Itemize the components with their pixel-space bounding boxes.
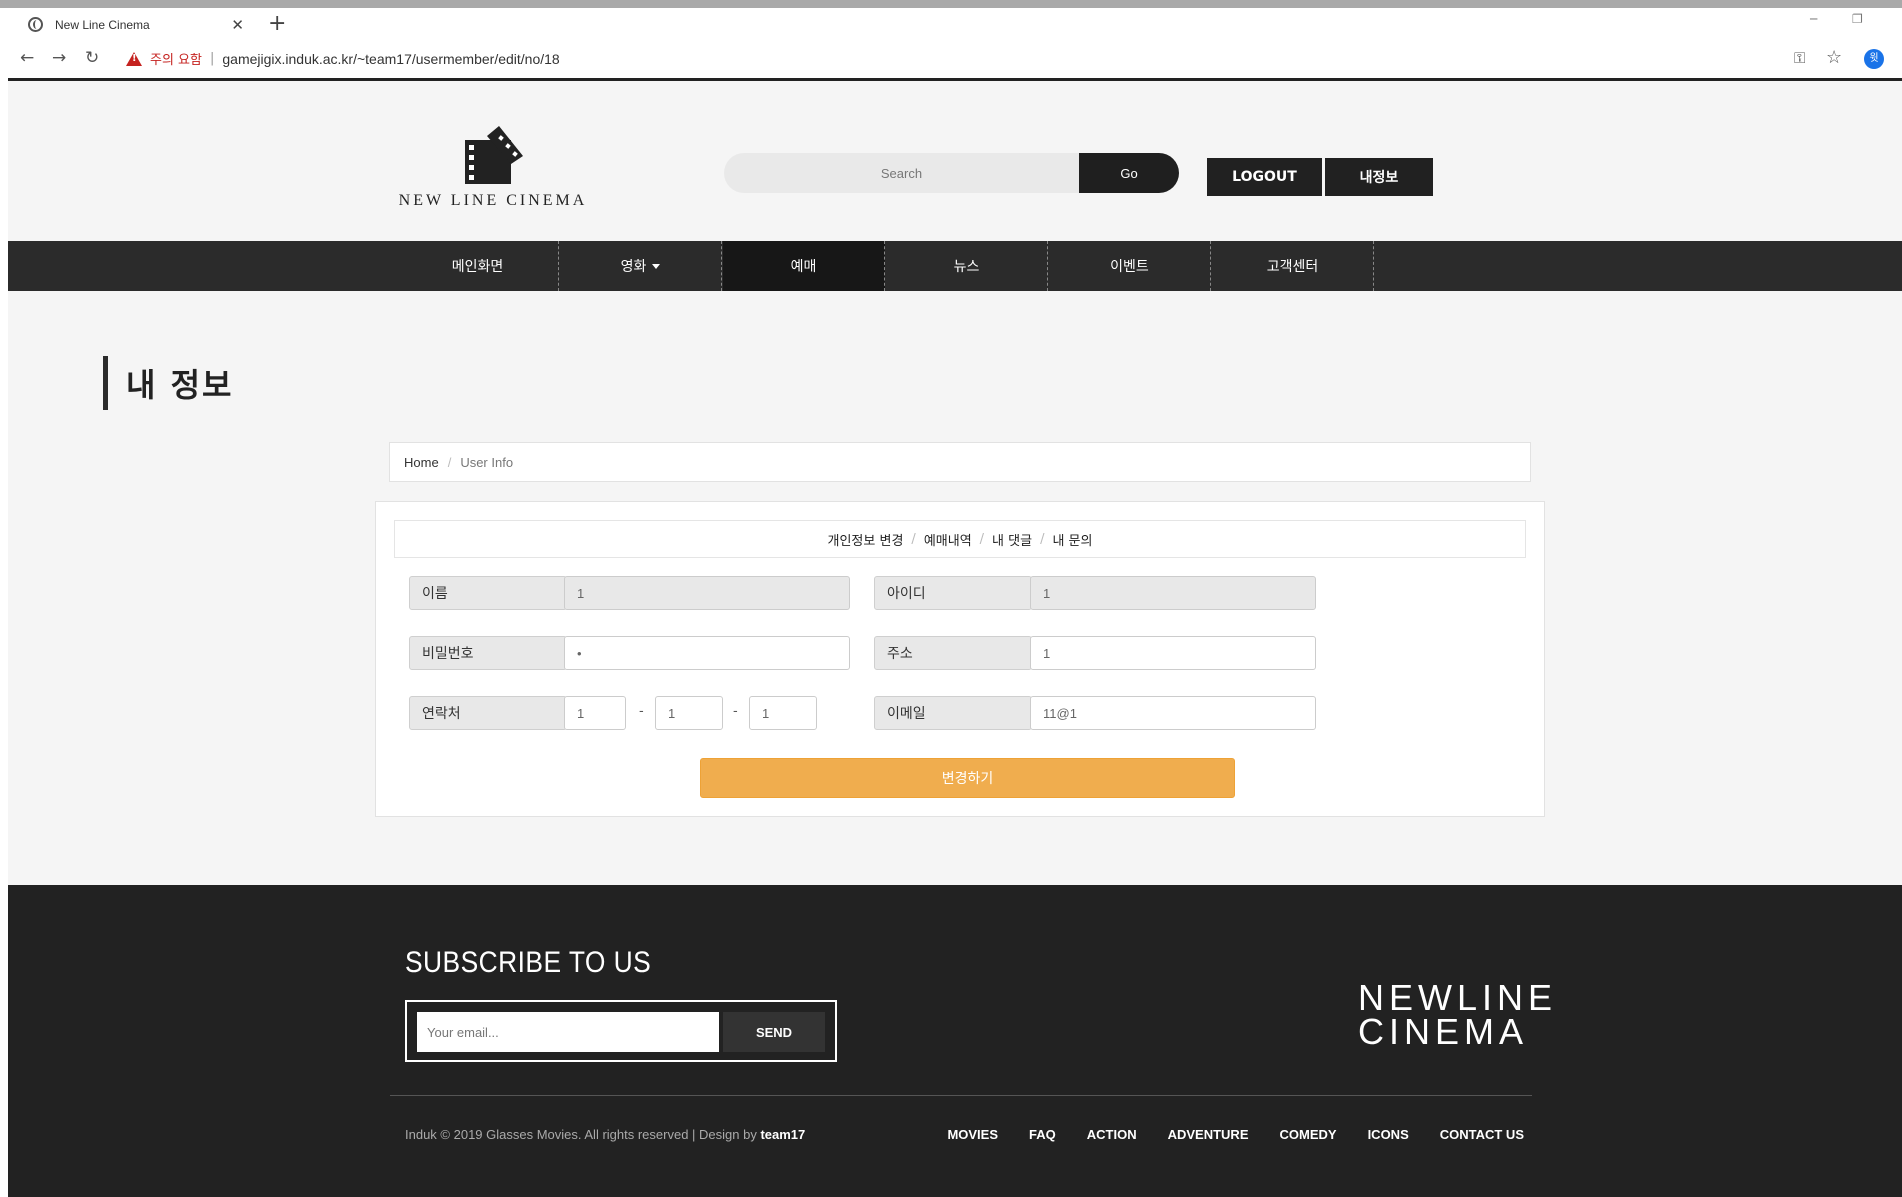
browser-chrome: New Line Cinema ✕ + ─ ❐ ← → ↻ 주의 요함 | ga… xyxy=(0,0,1902,81)
caret-down-icon xyxy=(652,263,661,269)
site-logo[interactable]: NEW LINE CINEMA xyxy=(398,126,588,210)
site-page: NEW LINE CINEMA Go LOGOUT 내정보 메인화면 영화 예매… xyxy=(8,81,1902,1197)
subnav-separator: / xyxy=(979,531,985,547)
phone-label: 연락처 xyxy=(409,696,567,730)
footer-link-icons[interactable]: ICONS xyxy=(1368,1127,1409,1142)
design-credit-link[interactable]: team17 xyxy=(760,1127,805,1142)
save-changes-button[interactable]: 변경하기 xyxy=(700,758,1235,798)
logo-text: NEW LINE CINEMA xyxy=(398,192,588,209)
subscribe-email-input[interactable] xyxy=(417,1012,719,1052)
breadcrumb-current: User Info xyxy=(460,454,514,470)
subscribe-form: SEND xyxy=(405,1000,837,1062)
phone-field-3[interactable] xyxy=(749,696,817,730)
url-separator: | xyxy=(209,51,215,66)
phone-dash: - xyxy=(733,704,738,719)
globe-icon xyxy=(28,17,43,32)
nav-label: 예매 xyxy=(790,259,817,275)
name-label: 이름 xyxy=(409,576,567,610)
security-status[interactable]: 주의 요함 xyxy=(150,49,202,68)
forward-icon[interactable]: → xyxy=(52,48,66,68)
subnav-my-comments[interactable]: 내 댓글 xyxy=(992,530,1032,549)
footer-logo-line1: NEWLINE xyxy=(1358,977,1558,1018)
key-icon[interactable]: ⚿ xyxy=(1794,49,1805,67)
breadcrumb: Home / User Info xyxy=(389,442,1531,482)
breadcrumb-home[interactable]: Home xyxy=(404,455,439,470)
film-clapper-icon xyxy=(461,126,525,186)
nav-label: 뉴스 xyxy=(953,259,980,275)
search-input[interactable] xyxy=(724,153,1079,193)
bookmark-star-icon[interactable]: ☆ xyxy=(1826,47,1842,68)
nav-label: 메인화면 xyxy=(451,259,504,275)
address-field[interactable] xyxy=(1030,636,1316,670)
password-field[interactable] xyxy=(564,636,850,670)
nav-item-movies[interactable]: 영화 xyxy=(560,241,722,291)
logout-button[interactable]: LOGOUT xyxy=(1207,158,1322,196)
email-label: 이메일 xyxy=(874,696,1032,730)
footer-link-movies[interactable]: MOVIES xyxy=(947,1127,998,1142)
url-text[interactable]: gamejigix.induk.ac.kr/~team17/usermember… xyxy=(222,51,559,67)
id-label: 아이디 xyxy=(874,576,1032,610)
page-title: 내 정보 xyxy=(126,366,234,404)
nav-label: 고객센터 xyxy=(1266,259,1319,275)
nav-item-home[interactable]: 메인화면 xyxy=(397,241,559,291)
window-edge xyxy=(0,81,8,1197)
warning-icon[interactable] xyxy=(126,51,142,66)
nav-item-booking[interactable]: 예매 xyxy=(723,241,885,291)
close-tab-icon[interactable]: ✕ xyxy=(231,16,244,34)
subnav-separator: / xyxy=(1040,531,1045,547)
reload-icon[interactable]: ↻ xyxy=(85,48,99,68)
nav-item-support[interactable]: 고객센터 xyxy=(1212,241,1374,291)
nav-label: 영화 xyxy=(620,259,647,275)
nav-item-events[interactable]: 이벤트 xyxy=(1049,241,1211,291)
footer-logo[interactable]: NEWLINE CINEMA xyxy=(1358,977,1558,1052)
address-label: 주소 xyxy=(874,636,1032,670)
user-subnav: 개인정보 변경 / 예매내역 / 내 댓글 / 내 문의 xyxy=(394,520,1526,558)
footer-link-faq[interactable]: FAQ xyxy=(1029,1127,1056,1142)
nav-item-news[interactable]: 뉴스 xyxy=(886,241,1048,291)
copyright-text: Induk © 2019 Glasses Movies. All rights … xyxy=(405,1127,805,1142)
copyright-prefix: Induk © 2019 Glasses Movies. All rights … xyxy=(405,1127,761,1142)
email-field[interactable] xyxy=(1030,696,1316,730)
minimize-icon[interactable]: ─ xyxy=(1810,12,1817,26)
footer-link-contact[interactable]: CONTACT US xyxy=(1440,1127,1524,1142)
footer-link-comedy[interactable]: COMEDY xyxy=(1280,1127,1337,1142)
my-info-button[interactable]: 내정보 xyxy=(1325,158,1433,196)
send-button[interactable]: SEND xyxy=(723,1012,825,1052)
user-info-panel: 개인정보 변경 / 예매내역 / 내 댓글 / 내 문의 이름 아이디 비밀번호… xyxy=(375,501,1545,817)
footer-link-action[interactable]: ACTION xyxy=(1087,1127,1137,1142)
footer-logo-line2: CINEMA xyxy=(1358,1011,1529,1052)
tab-title: New Line Cinema xyxy=(55,17,150,32)
phone-dash: - xyxy=(639,704,644,719)
subscribe-title: SUBSCRIBE TO US xyxy=(405,946,652,979)
subnav-edit-profile[interactable]: 개인정보 변경 xyxy=(828,530,904,549)
browser-tab[interactable]: New Line Cinema ✕ xyxy=(16,8,254,41)
subnav-bookings[interactable]: 예매내역 xyxy=(924,530,972,549)
phone-field-1[interactable] xyxy=(564,696,626,730)
search-button[interactable]: Go xyxy=(1079,153,1179,193)
phone-field-2[interactable] xyxy=(655,696,723,730)
footer-divider xyxy=(390,1095,1532,1096)
address-bar[interactable]: 주의 요함 | gamejigix.induk.ac.kr/~team17/us… xyxy=(126,49,560,68)
browser-title-bar xyxy=(0,0,1902,8)
footer-link-adventure[interactable]: ADVENTURE xyxy=(1168,1127,1249,1142)
password-label: 비밀번호 xyxy=(409,636,567,670)
search-form: Go xyxy=(724,153,1179,193)
name-field[interactable] xyxy=(564,576,850,610)
new-tab-button[interactable]: + xyxy=(268,11,286,37)
subnav-my-inquiries[interactable]: 내 문의 xyxy=(1052,530,1092,549)
back-icon[interactable]: ← xyxy=(20,48,34,68)
restore-icon[interactable]: ❐ xyxy=(1852,12,1863,26)
nav-label: 이벤트 xyxy=(1110,259,1149,275)
page-title-block: 내 정보 xyxy=(103,356,233,410)
footer-links: MOVIES FAQ ACTION ADVENTURE COMEDY ICONS… xyxy=(916,1127,1524,1142)
subnav-separator: / xyxy=(911,531,916,547)
main-nav: 메인화면 영화 예매 뉴스 이벤트 고객센터 xyxy=(8,241,1902,291)
breadcrumb-separator: / xyxy=(447,454,452,470)
id-field[interactable] xyxy=(1030,576,1316,610)
profile-avatar[interactable]: 윗 xyxy=(1864,49,1884,69)
site-footer: SUBSCRIBE TO US SEND NEWLINE CINEMA Indu… xyxy=(8,885,1902,1197)
